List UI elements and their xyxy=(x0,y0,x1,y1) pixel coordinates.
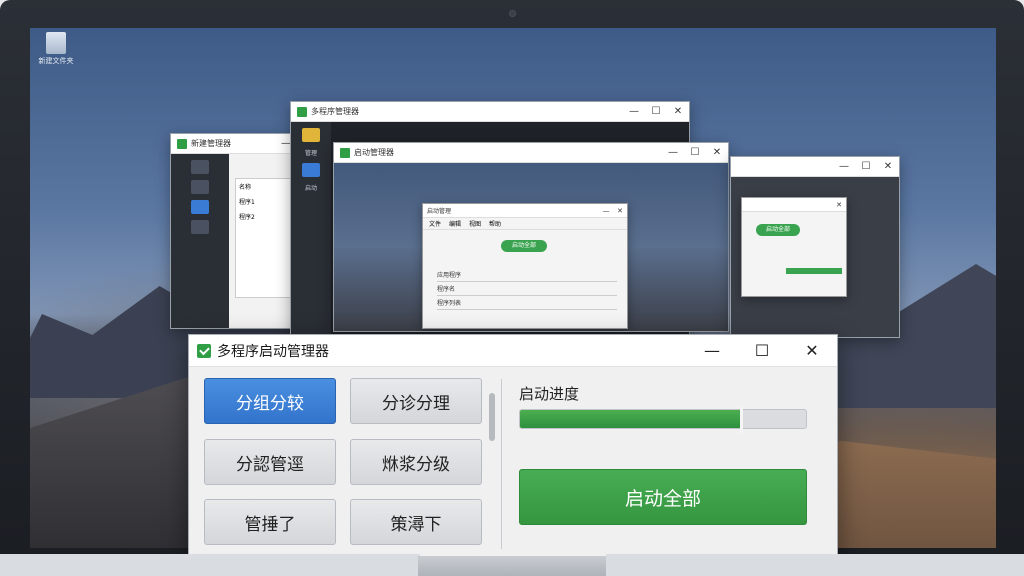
window-sidebar xyxy=(171,154,229,328)
background-window-4[interactable]: — ☐ ✕ ✕ 启动全部 xyxy=(730,156,900,338)
progress-label: 启动进度 xyxy=(519,385,580,403)
group-button-5[interactable]: 管捶了 xyxy=(204,499,336,545)
minimize-button[interactable]: — xyxy=(687,335,737,367)
app-icon xyxy=(340,147,350,158)
sidebar-icon xyxy=(191,160,209,174)
background-window-3[interactable]: 启动管理器 — ☐ ✕ 启动管理 — ✕ 文件 编辑 视图 帮助 启动全部 应用程序 程序… xyxy=(333,142,729,332)
table-row: 程序列表 xyxy=(437,298,617,310)
group-button-1[interactable]: 分组分较 xyxy=(204,378,336,424)
progress-marker xyxy=(739,407,743,433)
folder-icon xyxy=(46,32,66,54)
launch-all-button[interactable]: 启动全部 xyxy=(519,469,807,525)
table-row: 应用程序 xyxy=(437,270,617,282)
close-button[interactable]: ✕ xyxy=(787,335,837,367)
nested-launch-button[interactable]: 启动全部 xyxy=(756,224,800,236)
app-icon xyxy=(297,106,307,117)
desktop-scene: 新建文件夹 新建管理器—✕ 名称 程序1 程序2 多程序管理器—☐✕ 管理 xyxy=(0,0,1024,576)
sidebar-icon xyxy=(302,128,320,142)
sidebar-label: 启动 xyxy=(304,185,317,192)
close-icon[interactable]: ✕ xyxy=(877,161,899,172)
close-icon[interactable]: ✕ xyxy=(832,201,846,209)
panel-divider xyxy=(501,379,502,549)
maximize-button[interactable]: ☐ xyxy=(737,335,787,367)
desktop-folder-icon[interactable]: 新建文件夹 xyxy=(36,32,76,66)
close-icon[interactable]: ✕ xyxy=(613,207,627,215)
minimize-icon[interactable]: — xyxy=(599,207,613,215)
nested-window-title: 启动管理 xyxy=(427,208,452,215)
minimize-icon[interactable]: — xyxy=(662,147,684,158)
scrollbar-thumb[interactable] xyxy=(489,393,495,441)
close-icon[interactable]: ✕ xyxy=(706,147,728,158)
sidebar-icon xyxy=(191,180,209,194)
desk-surface xyxy=(606,554,1024,576)
table-row: 程序名 xyxy=(437,284,617,296)
minimize-icon[interactable]: — xyxy=(623,106,645,117)
nested-window[interactable]: ✕ 启动全部 xyxy=(741,197,847,297)
maximize-icon[interactable]: ☐ xyxy=(684,147,706,158)
toolbar-item[interactable]: 视图 xyxy=(469,219,481,228)
group-button-2[interactable]: 分诊分理 xyxy=(350,378,482,424)
sidebar-icon-active xyxy=(191,200,209,214)
progress-fill xyxy=(520,410,741,428)
window-title: 多程序启动管理器 xyxy=(217,343,329,360)
progress-bar xyxy=(519,409,807,429)
toolbar-item[interactable]: 文件 xyxy=(429,219,441,228)
title-bar[interactable]: 多程序启动管理器 — ☐ ✕ xyxy=(189,335,837,367)
app-check-icon xyxy=(197,343,211,358)
toolbar-item[interactable]: 编辑 xyxy=(449,219,461,228)
window-title: 新建管理器 xyxy=(191,139,231,148)
sidebar-icon xyxy=(302,163,320,177)
nested-launch-button[interactable]: 启动全部 xyxy=(501,240,547,252)
main-window[interactable]: 多程序启动管理器 — ☐ ✕ 分组分较 分诊分理 分認管逕 烌浆分级 管捶了 策… xyxy=(188,334,838,560)
desktop-icon-label: 新建文件夹 xyxy=(38,57,74,65)
window-title: 多程序管理器 xyxy=(311,107,359,116)
group-button-6[interactable]: 策潯下 xyxy=(350,499,482,545)
toolbar-item[interactable]: 帮助 xyxy=(489,219,501,228)
group-button-3[interactable]: 分認管逕 xyxy=(204,439,336,485)
close-icon[interactable]: ✕ xyxy=(667,106,689,117)
app-icon xyxy=(177,138,187,149)
monitor-stand xyxy=(418,556,606,576)
window-title: 启动管理器 xyxy=(354,148,394,157)
nested-window[interactable]: 启动管理 — ✕ 文件 编辑 视图 帮助 启动全部 应用程序 程序名 程序列表 xyxy=(422,203,628,329)
maximize-icon[interactable]: ☐ xyxy=(645,106,667,117)
desk-surface xyxy=(0,554,420,576)
sidebar-icon xyxy=(191,220,209,234)
group-button-4[interactable]: 烌浆分级 xyxy=(350,439,482,485)
nested-progress-bar xyxy=(786,268,842,274)
nested-toolbar: 文件 编辑 视图 帮助 xyxy=(423,218,627,230)
sidebar-label: 管理 xyxy=(304,150,317,157)
window-sidebar: 管理 启动 xyxy=(291,122,331,340)
webcam xyxy=(509,10,516,17)
maximize-icon[interactable]: ☐ xyxy=(855,161,877,172)
minimize-icon[interactable]: — xyxy=(833,161,855,172)
